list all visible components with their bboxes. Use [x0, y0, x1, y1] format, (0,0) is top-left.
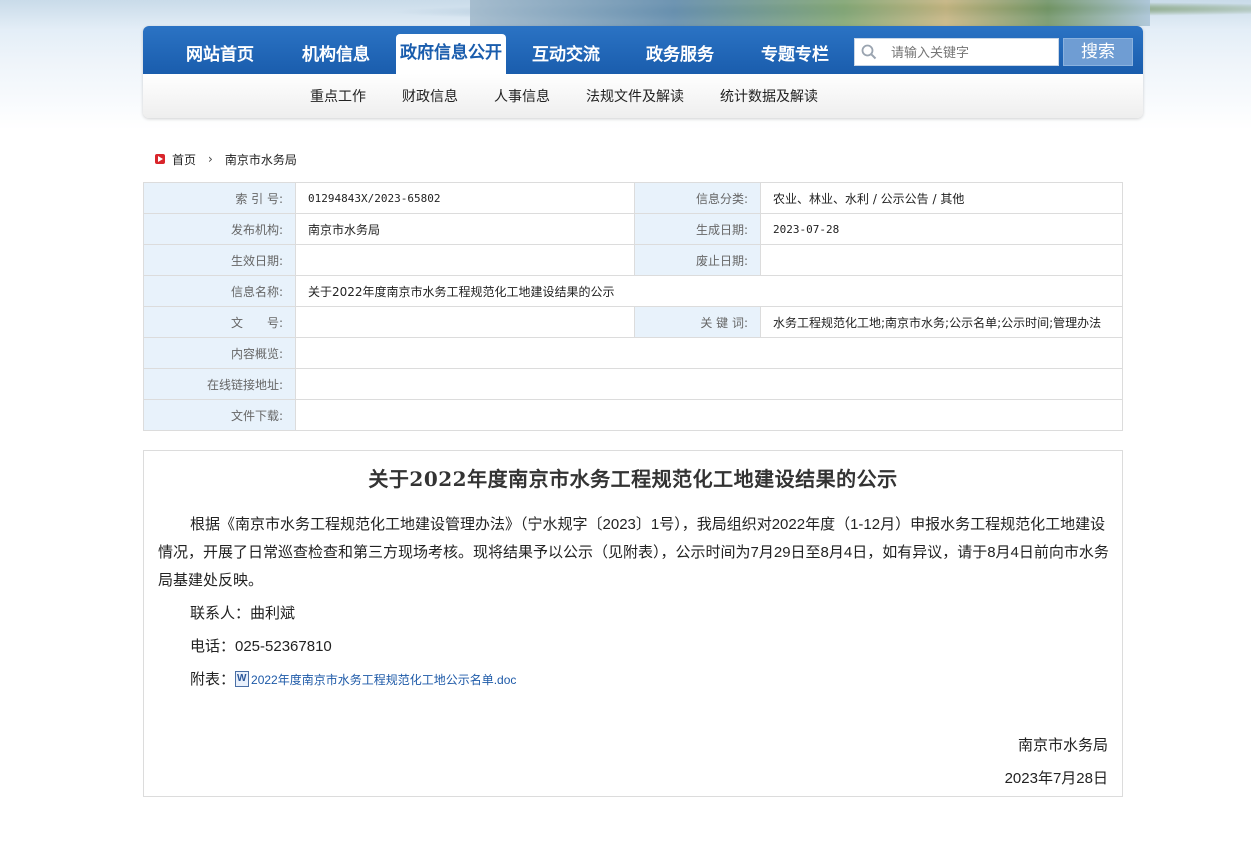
- nav-item-services[interactable]: 政务服务: [625, 36, 735, 74]
- abolish-date-value: [760, 244, 1123, 276]
- info-name-value: 关于2022年度南京市水务工程规范化工地建设结果的公示: [295, 275, 1123, 307]
- effective-date-value: [295, 244, 635, 276]
- breadcrumb-current[interactable]: 南京市水务局: [225, 151, 297, 168]
- nav-item-organization[interactable]: 机构信息: [281, 36, 391, 74]
- category-label: 信息分类:: [634, 182, 761, 214]
- article-title: 关于2022年度南京市水务工程规范化工地建设结果的公示: [368, 467, 898, 491]
- banner-scenery-image: [470, 0, 1150, 26]
- signature-organization: 南京市水务局: [1017, 737, 1108, 754]
- publisher-value: 南京市水务局: [295, 213, 635, 245]
- search-input[interactable]: [891, 42, 1051, 62]
- nav-item-interaction[interactable]: 互动交流: [511, 36, 621, 74]
- category-value: 农业、林业、水利 / 公示公告 / 其他: [760, 182, 1123, 214]
- keywords-value: 水务工程规范化工地;南京市水务;公示名单;公示时间;管理办法: [760, 306, 1123, 338]
- nav-item-topics[interactable]: 专题专栏: [740, 36, 850, 74]
- effective-date-label: 生效日期:: [143, 244, 296, 276]
- doc-number-label: 文 号:: [143, 306, 296, 338]
- nav-item-home[interactable]: 网站首页: [165, 36, 275, 74]
- search-box: [854, 38, 1059, 66]
- play-icon: [155, 154, 165, 164]
- online-link-value: [295, 368, 1123, 400]
- created-date-value: 2023-07-28: [760, 213, 1123, 245]
- table-row: 索 引 号: 01294843X/2023-65802 信息分类: 农业、林业、…: [143, 182, 1123, 214]
- publisher-label: 发布机构:: [143, 213, 296, 245]
- index-value: 01294843X/2023-65802: [295, 182, 635, 214]
- table-row: 信息名称: 关于2022年度南京市水务工程规范化工地建设结果的公示: [143, 275, 1123, 307]
- breadcrumb: 首页 › 南京市水务局: [155, 150, 297, 168]
- metadata-table: 索 引 号: 01294843X/2023-65802 信息分类: 农业、林业、…: [143, 182, 1123, 431]
- table-row: 文 号: 关 键 词: 水务工程规范化工地;南京市水务;公示名单;公示时间;管理…: [143, 306, 1123, 338]
- article-panel: 关于2022年度南京市水务工程规范化工地建设结果的公示 根据《南京市水务工程规范…: [143, 450, 1123, 797]
- table-row: 文件下载:: [143, 399, 1123, 431]
- nav-item-gov-info-disclosure[interactable]: 政府信息公开: [396, 34, 506, 74]
- file-download-label: 文件下载:: [143, 399, 296, 431]
- table-row: 生效日期: 废止日期:: [143, 244, 1123, 276]
- keywords-label: 关 键 词:: [634, 306, 761, 338]
- abolish-date-label: 废止日期:: [634, 244, 761, 276]
- breadcrumb-home[interactable]: 首页: [172, 151, 196, 168]
- summary-label: 内容概览:: [143, 337, 296, 369]
- sub-nav: 重点工作 财政信息 人事信息 法规文件及解读 统计数据及解读: [143, 74, 1143, 118]
- attachment-label: 附表：: [190, 671, 236, 688]
- search-icon: [861, 44, 877, 60]
- file-download-value: [295, 399, 1123, 431]
- online-link-label: 在线链接地址:: [143, 368, 296, 400]
- info-name-label: 信息名称:: [143, 275, 296, 307]
- article-body: 根据《南京市水务工程规范化工地建设管理办法》（宁水规字〔2023〕1号），我局组…: [158, 511, 1110, 694]
- sub-nav-statistics[interactable]: 统计数据及解读: [720, 86, 818, 106]
- word-document-icon: [235, 671, 250, 687]
- summary-value: [295, 337, 1123, 369]
- sub-nav-personnel[interactable]: 人事信息: [494, 86, 550, 106]
- main-nav: 网站首页 机构信息 政府信息公开 互动交流 政务服务 专题专栏 搜索: [143, 26, 1143, 74]
- attachment-link[interactable]: 2022年度南京市水务工程规范化工地公示名单.doc: [251, 673, 516, 687]
- chevron-right-icon: ›: [208, 152, 213, 166]
- doc-number-value: [295, 306, 635, 338]
- attachment-row: 附表： 2022年度南京市水务工程规范化工地公示名单.doc: [158, 666, 1110, 694]
- table-row: 在线链接地址:: [143, 368, 1123, 400]
- navigation-bar: 网站首页 机构信息 政府信息公开 互动交流 政务服务 专题专栏 搜索 重点工作 …: [143, 26, 1143, 118]
- sub-nav-regulations[interactable]: 法规文件及解读: [586, 86, 684, 106]
- table-row: 发布机构: 南京市水务局 生成日期: 2023-07-28: [143, 213, 1123, 245]
- sub-nav-finance[interactable]: 财政信息: [402, 86, 458, 106]
- article-paragraph: 根据《南京市水务工程规范化工地建设管理办法》（宁水规字〔2023〕1号），我局组…: [158, 516, 1109, 589]
- index-label: 索 引 号:: [143, 182, 296, 214]
- contact-person: 联系人：曲利斌: [190, 605, 296, 622]
- created-date-label: 生成日期:: [634, 213, 761, 245]
- sub-nav-key-work[interactable]: 重点工作: [310, 86, 366, 106]
- search-button[interactable]: 搜索: [1063, 38, 1133, 66]
- table-row: 内容概览:: [143, 337, 1123, 369]
- contact-phone: 电话：025-52367810: [190, 638, 332, 655]
- signature-date: 2023年7月28日: [1004, 770, 1108, 787]
